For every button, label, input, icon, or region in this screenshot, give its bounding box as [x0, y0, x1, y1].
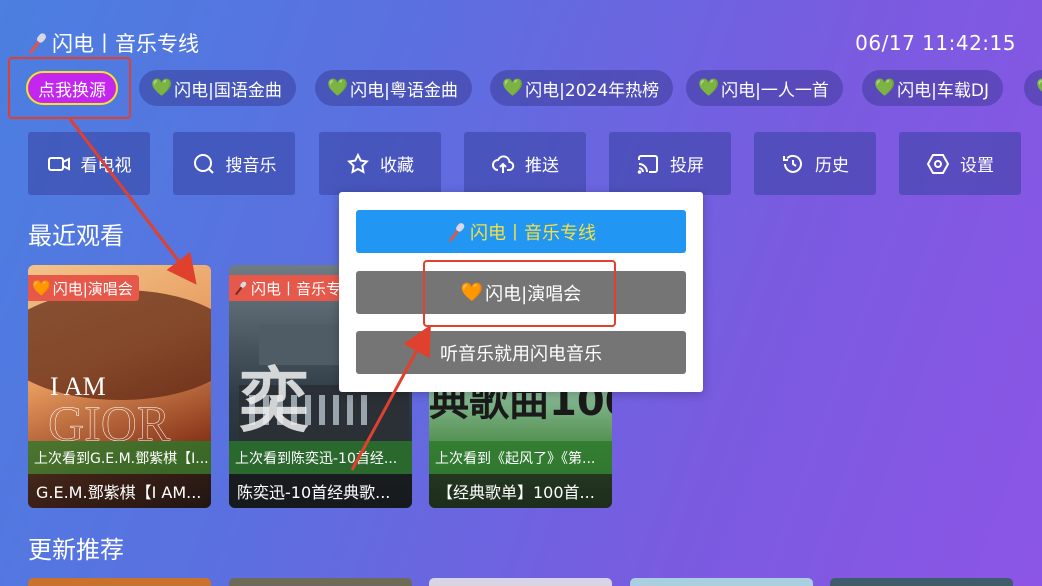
popup-option-concert[interactable]: 🧡 闪电|演唱会 — [356, 271, 686, 314]
nav-push[interactable]: 推送 — [464, 132, 586, 195]
source-popup: 闪电丨音乐专线 🧡 闪电|演唱会 听音乐就用闪电音乐 — [339, 192, 703, 392]
chip-label: 闪电|国语金曲 — [174, 80, 282, 101]
history-icon — [783, 154, 802, 173]
nav-label: 历史 — [815, 156, 849, 176]
app-title: 闪电丨音乐专线 — [26, 28, 199, 58]
green-heart-icon: 💚 — [151, 78, 173, 98]
chip-label: 闪电|粤语金曲 — [350, 80, 458, 101]
nav-label: 收藏 — [380, 156, 414, 176]
section-title-recent: 最近观看 — [28, 222, 124, 250]
update-card-thumb[interactable] — [229, 578, 412, 586]
nav-label: 看电视 — [80, 156, 132, 176]
orange-heart-icon: 🧡 — [32, 279, 51, 297]
nav-label: 投屏 — [670, 156, 704, 176]
cloud-upload-icon — [492, 154, 515, 173]
card-caption: 上次看到《起风了》《第... 【经典歌单】100首... — [429, 441, 612, 508]
card-name: G.E.M.鄧紫棋【I AM... — [28, 474, 211, 508]
green-heart-icon: 💚 — [502, 78, 524, 98]
clock: 06/17 11:42:15 — [855, 31, 1016, 55]
card-tag: 闪电丨音乐专 — [229, 275, 348, 301]
update-card-thumb[interactable] — [630, 578, 813, 586]
svg-text:奕: 奕 — [239, 360, 309, 442]
chip-label: 闪电|2024年热榜 — [525, 80, 660, 101]
card-tag-label: 闪电丨音乐专 — [251, 279, 342, 298]
update-card-thumb[interactable] — [429, 578, 612, 586]
nav-label: 搜音乐 — [225, 156, 277, 176]
chip-mandarin-hits[interactable]: 💚 闪电|国语金曲 — [139, 70, 296, 106]
card-tag-label: 闪电|演唱会 — [52, 279, 133, 298]
card-history: 上次看到《起风了》《第... — [429, 441, 612, 474]
nav-watch-tv[interactable]: 看电视 — [28, 132, 150, 195]
card-caption: 上次看到G.E.M.鄧紫棋【I... G.E.M.鄧紫棋【I AM... — [28, 441, 211, 508]
nav-label: 推送 — [525, 156, 559, 176]
nav-history[interactable]: 历史 — [754, 132, 876, 195]
nav-search-music[interactable]: 搜音乐 — [173, 132, 295, 195]
chip-label: 闪电|车载DJ — [897, 80, 990, 101]
nav-favorites[interactable]: 收藏 — [319, 132, 441, 195]
popup-option-label: 闪电丨音乐专线 — [470, 222, 596, 244]
chip-one-song-each[interactable]: 💚 闪电|一人一首 — [686, 70, 843, 106]
tv-camera-icon — [47, 156, 70, 171]
mic-icon — [233, 280, 249, 296]
card-caption: 上次看到陈奕迅-10首经... 陈奕迅-10首经典歌... — [229, 441, 412, 508]
card-history: 上次看到陈奕迅-10首经... — [229, 441, 412, 474]
card-history: 上次看到G.E.M.鄧紫棋【I... — [28, 441, 211, 474]
chip-cantonese-hits[interactable]: 💚 闪电|粤语金曲 — [315, 70, 472, 106]
card-name: 陈奕迅-10首经典歌... — [229, 474, 412, 508]
chip-car-dj[interactable]: 💚 闪电|车载DJ — [862, 70, 1004, 106]
green-heart-icon: 💚 — [698, 78, 720, 98]
recent-card-gem[interactable]: I AM GIOR 🧡 闪电|演唱会 上次看到G.E.M.鄧紫棋【I... G.… — [28, 265, 211, 508]
nav-label: 设置 — [960, 156, 994, 176]
popup-option-label: 闪电|演唱会 — [485, 283, 582, 305]
popup-option-label: 听音乐就用闪电音乐 — [440, 343, 602, 365]
source-chip-row: 点我换源 💚 闪电|国语金曲 💚 闪电|粤语金曲 💚 闪电|2024年热榜 💚 … — [14, 68, 1042, 108]
chip-more[interactable]: 💚 — [1024, 70, 1042, 106]
green-heart-icon: 💚 — [327, 78, 349, 98]
popup-option-music-line[interactable]: 闪电丨音乐专线 — [356, 210, 686, 253]
mic-icon — [446, 221, 468, 243]
settings-icon — [926, 153, 950, 174]
nav-cast[interactable]: 投屏 — [609, 132, 731, 195]
popup-option-slogan[interactable]: 听音乐就用闪电音乐 — [356, 331, 686, 374]
section-title-updates: 更新推荐 — [28, 536, 124, 564]
switch-source-label: 点我换源 — [38, 80, 106, 101]
mic-icon — [26, 31, 50, 55]
update-card-thumb[interactable] — [28, 578, 211, 586]
switch-source-button[interactable]: 点我换源 — [26, 71, 118, 105]
update-card-thumb[interactable] — [830, 578, 1013, 586]
nav-settings[interactable]: 设置 — [899, 132, 1021, 195]
chip-label: 闪电|一人一首 — [721, 80, 829, 101]
card-tag: 🧡 闪电|演唱会 — [28, 275, 139, 301]
card-name: 【经典歌单】100首... — [429, 474, 612, 508]
star-icon — [347, 152, 369, 174]
app-title-text: 闪电丨音乐专线 — [52, 32, 199, 56]
orange-heart-icon: 🧡 — [460, 282, 484, 303]
green-heart-icon: 💚 — [874, 78, 896, 98]
chip-2024-charts[interactable]: 💚 闪电|2024年热榜 — [490, 70, 674, 106]
green-heart-icon: 💚 — [1036, 78, 1042, 98]
search-icon — [193, 153, 214, 174]
cast-icon — [637, 154, 658, 174]
